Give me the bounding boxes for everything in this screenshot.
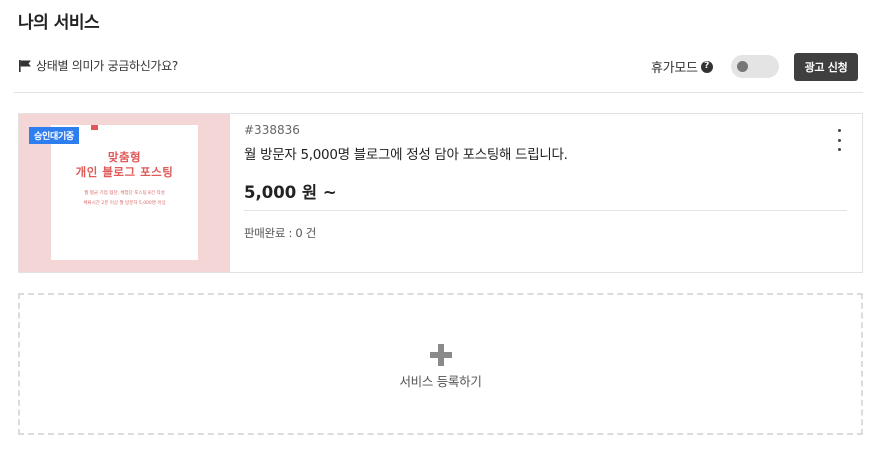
thumbnail-mark xyxy=(91,125,98,130)
thumbnail-title-line2: 개인 블로그 포스팅 xyxy=(75,165,174,179)
vacation-mode-label: 휴가모드 xyxy=(651,61,698,76)
thumbnail-sub-line1: 월 평균 기업 협찬, 체험단 포스팅 8건 작성 xyxy=(84,191,165,196)
flag-icon xyxy=(19,59,31,72)
more-vertical-icon[interactable] xyxy=(832,129,846,151)
thumbnail-title-line1: 맞춤형 xyxy=(107,150,142,164)
header-divider xyxy=(14,92,863,93)
question-circle-icon[interactable]: ? xyxy=(700,60,713,73)
service-price: 5,000 원 ~ xyxy=(244,183,337,202)
vacation-mode-toggle[interactable] xyxy=(731,55,779,78)
ad-apply-button[interactable]: 광고 신청 xyxy=(794,53,858,81)
more-dot xyxy=(837,129,841,132)
status-help-link[interactable]: 상태별 의미가 궁금하신가요? xyxy=(18,57,178,74)
add-service-label: 서비스 등록하기 xyxy=(399,374,482,389)
service-card: 맞춤형 개인 블로그 포스팅 월 평균 기업 협찬, 체험단 포스팅 8건 작성… xyxy=(18,113,863,273)
sales-count: 판매완료 : 0 건 xyxy=(244,226,317,240)
service-thumbnail[interactable]: 맞춤형 개인 블로그 포스팅 월 평균 기업 협찬, 체험단 포스팅 8건 작성… xyxy=(19,114,230,272)
service-info: #338836 월 방문자 5,000명 블로그에 정성 담아 포스팅해 드립니… xyxy=(244,114,847,272)
service-id: #338836 xyxy=(244,123,300,137)
thumbnail-image: 맞춤형 개인 블로그 포스팅 월 평균 기업 협찬, 체험단 포스팅 8건 작성… xyxy=(51,125,198,260)
thumbnail-sub-line2: 체류시간 2분 이상 월 방문자 5,000명 이상 xyxy=(83,201,166,206)
status-help-label: 상태별 의미가 궁금하신가요? xyxy=(36,59,178,73)
thumbnail-title: 맞춤형 개인 블로그 포스팅 xyxy=(51,150,198,180)
more-dot xyxy=(837,138,841,142)
vacation-mode: 휴가모드 ? xyxy=(651,57,713,76)
status-badge: 승인대기중 xyxy=(29,127,79,144)
page-title: 나의 서비스 xyxy=(18,13,100,33)
thumbnail-subtitle: 월 평균 기업 협찬, 체험단 포스팅 8건 작성 체류시간 2분 이상 월 방… xyxy=(51,189,198,209)
service-title[interactable]: 월 방문자 5,000명 블로그에 정성 담아 포스팅해 드립니다. xyxy=(244,143,568,163)
toggle-knob xyxy=(737,61,748,72)
plus-icon xyxy=(430,344,452,366)
add-service-button[interactable]: 서비스 등록하기 xyxy=(18,293,863,435)
card-divider xyxy=(244,210,847,211)
more-dot xyxy=(837,148,841,151)
